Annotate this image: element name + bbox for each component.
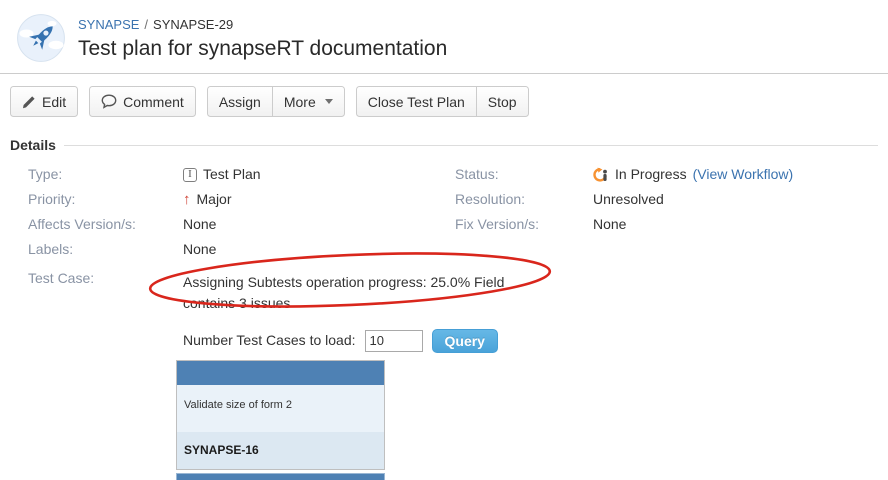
- affects-versions-value: None: [183, 212, 216, 237]
- test-case-table: Validate size of form 2 SYNAPSE-16: [176, 360, 385, 470]
- breadcrumb-issue-key: SYNAPSE-29: [153, 17, 233, 32]
- assign-button[interactable]: Assign: [207, 86, 273, 117]
- view-workflow-link[interactable]: (View Workflow): [693, 162, 794, 187]
- rocket-icon: [17, 14, 65, 62]
- assign-more-group: Assign More: [207, 86, 345, 117]
- priority-major-icon: ↑: [183, 192, 191, 207]
- more-button[interactable]: More: [272, 86, 345, 117]
- details-module-header: Details: [10, 137, 878, 153]
- details-right-column: Status: In Progress (View Workflow) Reso…: [455, 162, 878, 480]
- details-section-title: Details: [10, 137, 56, 153]
- page-title: Test plan for synapseRT documentation: [78, 37, 447, 61]
- next-table-partial: [176, 473, 385, 480]
- issue-header: SYNAPSE / SYNAPSE-29 Test plan for synapse…: [0, 0, 888, 73]
- comment-bubble-icon: [101, 94, 117, 109]
- load-count-input[interactable]: [365, 330, 423, 352]
- pencil-icon: [22, 95, 36, 109]
- field-row-type: Type: I Test Plan: [28, 162, 455, 187]
- workflow-buttons-group: Close Test Plan Stop: [356, 86, 529, 117]
- progress-text: Assigning Subtests operation progress: 2…: [183, 272, 555, 314]
- field-row-status: Status: In Progress (View Workflow): [455, 162, 878, 187]
- test-plan-type-icon: I: [183, 168, 197, 182]
- stop-button[interactable]: Stop: [476, 86, 529, 117]
- resolution-value: Unresolved: [593, 187, 664, 212]
- in-progress-icon: [593, 167, 609, 183]
- breadcrumb-separator: /: [144, 17, 148, 32]
- stop-button-label: Stop: [488, 94, 517, 110]
- field-row-labels: Labels: None: [28, 237, 455, 262]
- test-case-label: Test Case:: [28, 266, 183, 291]
- type-label: Type:: [28, 162, 183, 187]
- table-row-key[interactable]: SYNAPSE-16: [177, 432, 384, 469]
- affects-versions-label: Affects Version/s:: [28, 212, 183, 237]
- breadcrumb-project-link[interactable]: SYNAPSE: [78, 17, 139, 32]
- assign-button-label: Assign: [219, 94, 261, 110]
- toolbar: Edit Comment Assign More Close Test Plan…: [0, 74, 888, 129]
- type-value: Test Plan: [203, 162, 261, 187]
- field-row-resolution: Resolution: Unresolved: [455, 187, 878, 212]
- close-test-plan-button[interactable]: Close Test Plan: [356, 86, 477, 117]
- edit-button-label: Edit: [42, 94, 66, 110]
- table-row-summary[interactable]: Validate size of form 2: [177, 385, 384, 432]
- fix-versions-value: None: [593, 212, 626, 237]
- priority-label: Priority:: [28, 187, 183, 212]
- load-label: Number Test Cases to load:: [183, 328, 356, 353]
- chevron-down-icon: [325, 99, 333, 104]
- field-row-fix-versions: Fix Version/s: None: [455, 212, 878, 237]
- details-module: Details Type: I Test Plan Priority: ↑ Ma…: [0, 129, 888, 480]
- resolution-label: Resolution:: [455, 187, 593, 212]
- fix-versions-label: Fix Version/s:: [455, 212, 593, 237]
- project-avatar[interactable]: [17, 14, 65, 62]
- more-button-label: More: [284, 94, 316, 110]
- edit-button[interactable]: Edit: [10, 86, 78, 117]
- comment-button-label: Comment: [123, 94, 184, 110]
- priority-value: Major: [197, 187, 232, 212]
- test-case-table-header[interactable]: [177, 361, 384, 385]
- details-left-column: Type: I Test Plan Priority: ↑ Major Affe…: [28, 162, 455, 480]
- labels-value: None: [183, 237, 216, 262]
- details-header-rule: [64, 145, 878, 146]
- breadcrumb: SYNAPSE / SYNAPSE-29: [78, 17, 447, 32]
- field-row-affects-versions: Affects Version/s: None: [28, 212, 455, 237]
- labels-label: Labels:: [28, 237, 183, 262]
- status-value: In Progress: [615, 162, 687, 187]
- field-row-priority: Priority: ↑ Major: [28, 187, 455, 212]
- progress-block: Assigning Subtests operation progress: 2…: [183, 272, 555, 314]
- comment-button[interactable]: Comment: [89, 86, 196, 117]
- status-label: Status:: [455, 162, 593, 187]
- field-row-test-case: Test Case: Assigning Subtests operation …: [28, 266, 455, 480]
- close-test-plan-label: Close Test Plan: [368, 94, 465, 110]
